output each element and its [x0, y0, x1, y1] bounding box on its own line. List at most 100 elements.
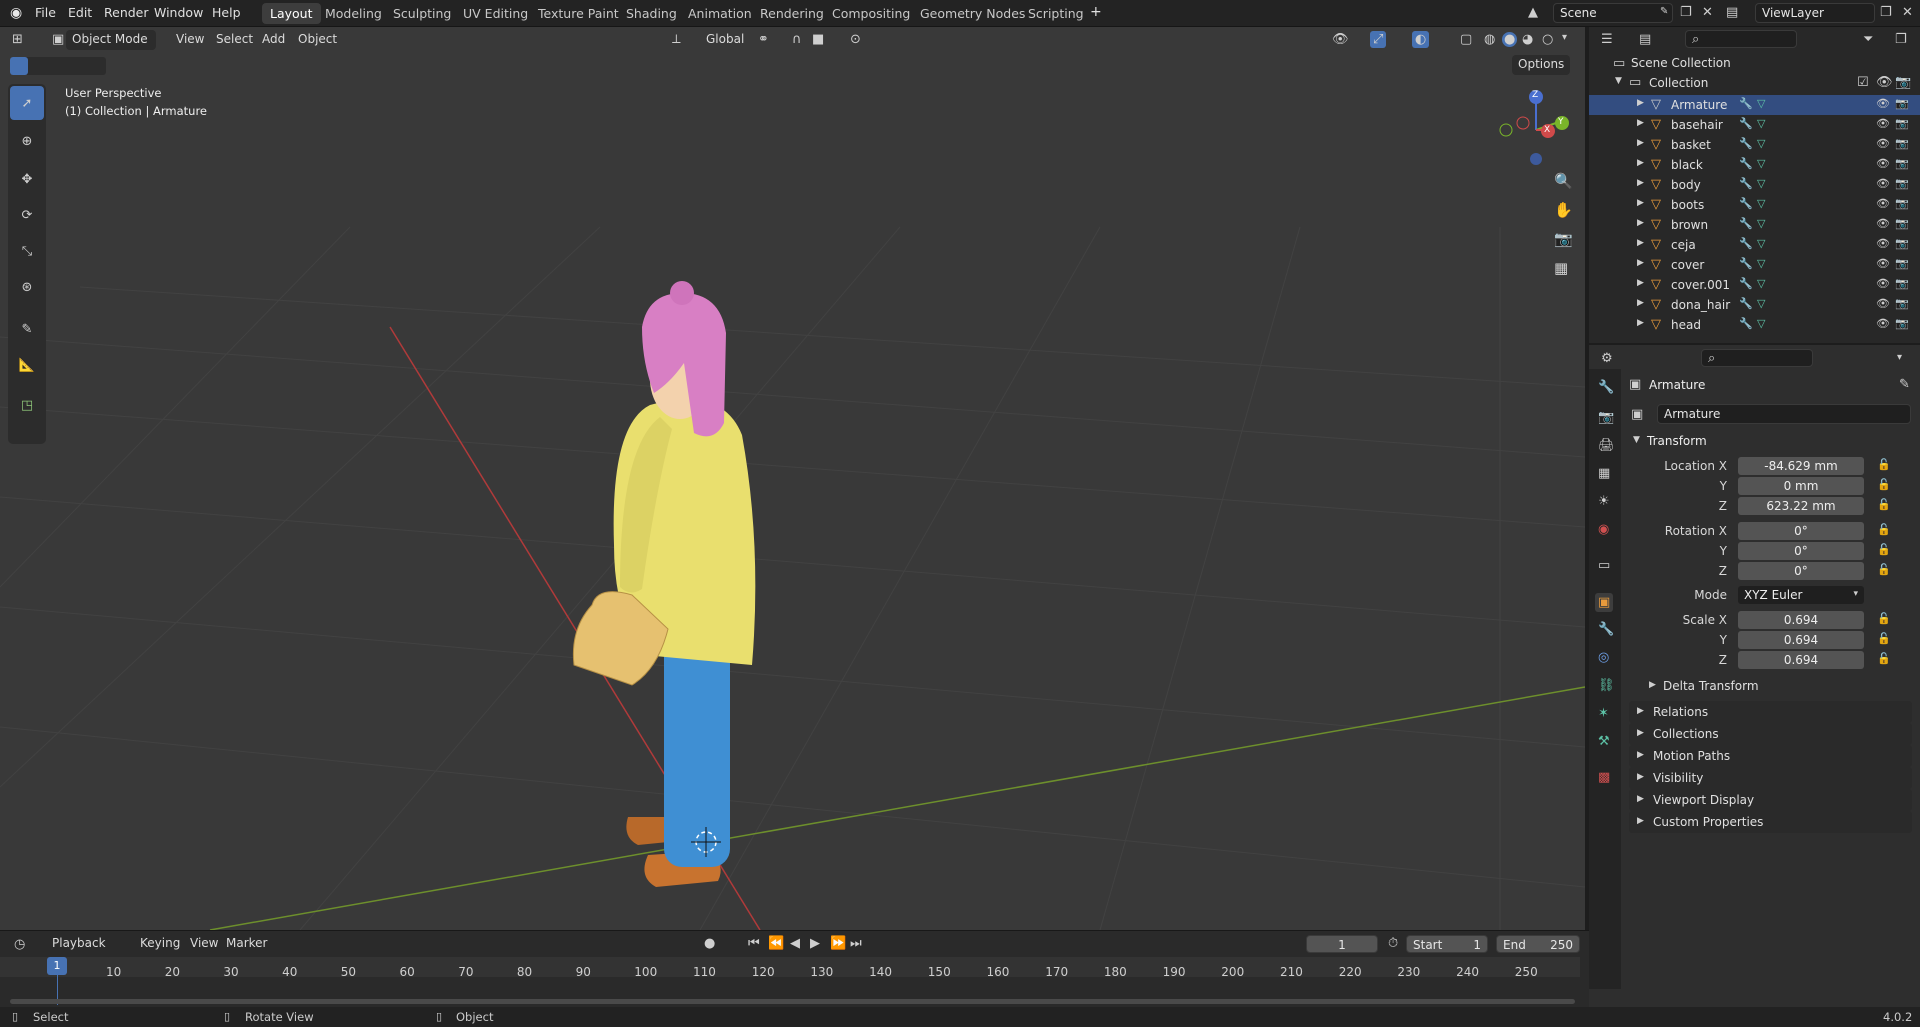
- render-camera-icon[interactable]: 📷: [1895, 118, 1909, 129]
- xray-icon[interactable]: ▢: [1460, 33, 1472, 46]
- constraint-tab-icon[interactable]: ⛓: [1598, 679, 1615, 692]
- eye-icon[interactable]: 👁: [1876, 158, 1890, 169]
- armature-data-tab-icon[interactable]: ✶: [1598, 707, 1609, 720]
- collection-label[interactable]: Collection: [1649, 76, 1708, 90]
- render-camera-icon[interactable]: 📷: [1895, 138, 1909, 149]
- tab-uv-editing[interactable]: UV Editing: [455, 3, 536, 24]
- outliner-row[interactable]: ▶ ▽ dona_hair 🔧 ▽ 👁 📷: [1589, 295, 1920, 315]
- properties-options-icon[interactable]: ▾: [1897, 353, 1902, 363]
- eye-icon[interactable]: 👁: [1876, 218, 1890, 229]
- camera-icon[interactable]: 📷: [1554, 232, 1573, 247]
- menu-edit[interactable]: Edit: [68, 5, 92, 20]
- location-y-field[interactable]: 0 mm: [1738, 477, 1864, 495]
- scale-y-field[interactable]: 0.694: [1738, 631, 1864, 649]
- render-camera-icon[interactable]: 📷: [1895, 198, 1909, 209]
- outliner-row[interactable]: ▶ ▽ cover 🔧 ▽ 👁 📷: [1589, 255, 1920, 275]
- lock-icon[interactable]: 🔓: [1877, 653, 1891, 664]
- editor-type-icon[interactable]: ⊞: [12, 33, 23, 46]
- eye-icon[interactable]: 👁: [1876, 118, 1890, 129]
- scale-x-field[interactable]: 0.694: [1738, 611, 1864, 629]
- snap-icon[interactable]: ∩: [792, 33, 802, 46]
- transform-tool[interactable]: ⊛: [10, 270, 44, 304]
- tool-tab-icon[interactable]: 🔧: [1598, 381, 1614, 394]
- scene-icon[interactable]: ▲: [1528, 6, 1538, 19]
- eye-icon[interactable]: 👁: [1876, 298, 1890, 309]
- cursor-tool[interactable]: ⊕: [10, 124, 44, 158]
- wireframe-shading-icon[interactable]: ◍: [1484, 33, 1495, 46]
- section-panel[interactable]: ▶ Collections: [1629, 723, 1912, 745]
- scene-collection-label[interactable]: Scene Collection: [1631, 56, 1731, 70]
- render-camera-icon[interactable]: 📷: [1895, 258, 1909, 269]
- lock-icon[interactable]: 🔓: [1877, 459, 1891, 470]
- properties-search-input[interactable]: ⌕: [1701, 349, 1813, 367]
- zoom-icon[interactable]: 🔍: [1554, 174, 1573, 189]
- rotation-x-field[interactable]: 0°: [1738, 522, 1864, 540]
- rotate-tool[interactable]: ⟳: [10, 198, 44, 232]
- play-reverse-icon[interactable]: ◀: [790, 937, 800, 950]
- render-camera-icon[interactable]: 📷: [1895, 178, 1909, 189]
- hand-pan-icon[interactable]: ✋: [1554, 203, 1573, 218]
- menu-window[interactable]: Window: [154, 5, 203, 20]
- new-collection-icon[interactable]: ❐: [1895, 33, 1907, 46]
- overlay-toggle-icon[interactable]: ◐: [1412, 31, 1430, 48]
- outliner-row[interactable]: ▶ ▽ cover.001 🔧 ▽ 👁 📷: [1589, 275, 1920, 295]
- blender-logo-icon[interactable]: ◉: [10, 6, 22, 20]
- eye-icon[interactable]: 👁: [1876, 98, 1890, 109]
- grid-view-icon[interactable]: ▦: [1554, 261, 1568, 276]
- menu-marker[interactable]: Marker: [220, 934, 273, 954]
- timeline-editor-icon[interactable]: ◷: [14, 938, 25, 951]
- rotation-z-field[interactable]: 0°: [1738, 562, 1864, 580]
- stopwatch-icon[interactable]: ⏱: [1388, 937, 1398, 950]
- menu-render[interactable]: Render: [104, 5, 149, 20]
- lock-icon[interactable]: 🔓: [1877, 524, 1891, 535]
- end-frame-field[interactable]: End 250: [1496, 935, 1580, 953]
- add-workspace-button[interactable]: +: [1090, 4, 1102, 20]
- rotation-y-field[interactable]: 0°: [1738, 542, 1864, 560]
- new-view-layer-icon[interactable]: ❐: [1880, 6, 1892, 19]
- lock-icon[interactable]: 🔓: [1877, 564, 1891, 575]
- lock-icon[interactable]: 🔓: [1877, 613, 1891, 624]
- view-layer-field[interactable]: ViewLayer: [1755, 3, 1875, 23]
- jump-keyframe-back-icon[interactable]: ⏪: [768, 937, 784, 950]
- snap-target-icon[interactable]: ■: [812, 33, 824, 46]
- select-new-icon[interactable]: [10, 57, 28, 75]
- view-layer-icon[interactable]: ▤: [1726, 6, 1738, 19]
- menu-add[interactable]: Add: [256, 30, 291, 50]
- outliner-editor-icon[interactable]: ☰: [1601, 33, 1613, 46]
- render-shading-icon[interactable]: ○: [1542, 33, 1553, 46]
- expand-arrow-icon[interactable]: ▶: [1637, 219, 1644, 228]
- render-camera-icon[interactable]: 📷: [1895, 218, 1909, 229]
- transform-collapse-icon[interactable]: ▼: [1633, 436, 1640, 445]
- select-box-tool[interactable]: ➚: [10, 86, 44, 120]
- section-panel[interactable]: ▶ Custom Properties: [1629, 811, 1912, 833]
- tab-texture-paint[interactable]: Texture Paint: [530, 3, 627, 24]
- pivot-icon[interactable]: ⚭: [758, 33, 769, 46]
- eye-icon[interactable]: 👁: [1876, 318, 1890, 329]
- lock-icon[interactable]: 🔓: [1877, 544, 1891, 555]
- measure-tool[interactable]: 📐: [10, 348, 44, 382]
- menu-help[interactable]: Help: [212, 5, 241, 20]
- render-camera-icon[interactable]: 📷: [1895, 158, 1909, 169]
- outliner-search-input[interactable]: ⌕: [1685, 30, 1797, 48]
- selection-mode-group[interactable]: [10, 57, 106, 75]
- lock-icon[interactable]: 🔓: [1877, 633, 1891, 644]
- outliner-row[interactable]: ▶ ▽ black 🔧 ▽ 👁 📷: [1589, 155, 1920, 175]
- expand-arrow-icon[interactable]: ▶: [1637, 139, 1644, 148]
- menu-playback[interactable]: Playback: [46, 934, 112, 954]
- menu-keying[interactable]: Keying: [134, 934, 186, 954]
- eye-icon[interactable]: 👁: [1876, 198, 1890, 209]
- tab-compositing[interactable]: Compositing: [824, 3, 918, 24]
- location-x-field[interactable]: -84.629 mm: [1738, 457, 1864, 475]
- section-panel[interactable]: ▶ Motion Paths: [1629, 745, 1912, 767]
- material-shading-icon[interactable]: ◕: [1522, 33, 1533, 46]
- expand-arrow-icon[interactable]: ▶: [1637, 99, 1644, 108]
- expand-arrow-icon[interactable]: ▶: [1637, 279, 1644, 288]
- tab-modeling[interactable]: Modeling: [317, 3, 390, 24]
- section-panel[interactable]: ▶ Relations: [1629, 701, 1912, 723]
- transform-panel-title[interactable]: Transform: [1647, 434, 1707, 448]
- jump-start-icon[interactable]: ⏮: [748, 937, 760, 950]
- tab-rendering[interactable]: Rendering: [752, 3, 832, 24]
- eye-icon[interactable]: 👁: [1876, 138, 1890, 149]
- current-frame-field[interactable]: 1: [1306, 935, 1378, 953]
- outliner-row[interactable]: ▶ ▽ ceja 🔧 ▽ 👁 📷: [1589, 235, 1920, 255]
